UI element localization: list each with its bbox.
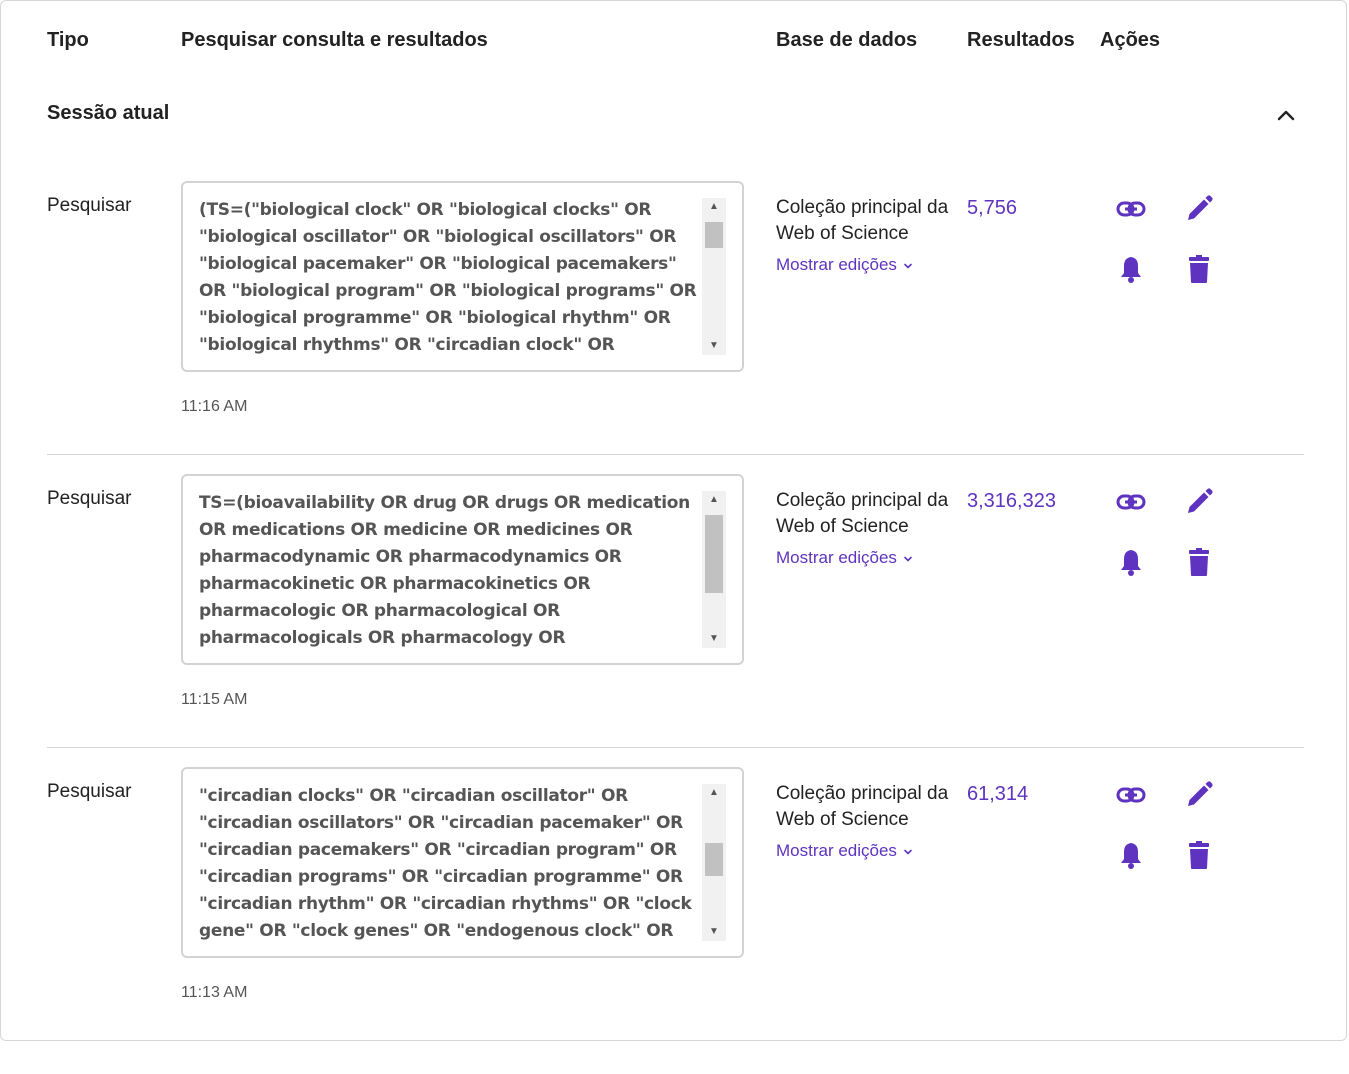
- results-count-link[interactable]: 61,314: [967, 783, 1028, 806]
- database-name: Coleção principal da Web of Science: [776, 197, 949, 244]
- session-title: Sessão atual: [47, 102, 170, 124]
- alert-bell-icon[interactable]: [1115, 546, 1147, 578]
- show-editions-link[interactable]: Mostrar edições: [776, 548, 913, 568]
- chevron-down-icon: [904, 849, 912, 855]
- chevron-up-icon[interactable]: [1275, 104, 1297, 126]
- timestamp: 11:15 AM: [181, 691, 248, 708]
- results-count-link[interactable]: 3,316,323: [967, 490, 1056, 513]
- query-textbox[interactable]: TS=(bioavailability OR drug OR drugs OR …: [181, 474, 744, 665]
- query-scrollbar[interactable]: ▲ ▼: [702, 784, 726, 941]
- header-query: Pesquisar consulta e resultados: [181, 29, 488, 51]
- history-row: Pesquisar (TS=("biological clock" OR "bi…: [1, 181, 1348, 488]
- chevron-down-icon: [904, 556, 912, 562]
- delete-icon[interactable]: [1183, 839, 1215, 871]
- scroll-thumb[interactable]: [705, 843, 723, 876]
- alert-bell-icon[interactable]: [1115, 839, 1147, 871]
- query-text: "circadian clocks" OR "circadian oscilla…: [199, 786, 692, 940]
- edit-icon[interactable]: [1183, 193, 1215, 225]
- show-editions-label: Mostrar edições: [776, 841, 897, 860]
- query-text: (TS=("biological clock" OR "biological c…: [199, 200, 697, 354]
- query-textbox[interactable]: "circadian clocks" OR "circadian oscilla…: [181, 767, 744, 958]
- database-name: Coleção principal da Web of Science: [776, 783, 949, 830]
- link-icon[interactable]: [1115, 779, 1147, 811]
- results-count-link[interactable]: 5,756: [967, 197, 1017, 220]
- query-scrollbar[interactable]: ▲ ▼: [702, 198, 726, 355]
- chevron-down-icon: [904, 263, 912, 269]
- row-type: Pesquisar: [47, 488, 132, 509]
- row-type: Pesquisar: [47, 195, 132, 216]
- edit-icon[interactable]: [1183, 779, 1215, 811]
- link-icon[interactable]: [1115, 486, 1147, 518]
- header-actions: Ações: [1100, 29, 1161, 51]
- scroll-down-arrow-icon[interactable]: ▼: [702, 923, 726, 941]
- header-type: Tipo: [47, 29, 89, 51]
- query-text: TS=(bioavailability OR drug OR drugs OR …: [199, 493, 690, 647]
- scroll-thumb[interactable]: [705, 515, 723, 593]
- timestamp: 11:13 AM: [181, 984, 248, 1001]
- scroll-up-arrow-icon[interactable]: ▲: [702, 198, 726, 216]
- query-scrollbar[interactable]: ▲ ▼: [702, 491, 726, 648]
- show-editions-link[interactable]: Mostrar edições: [776, 255, 913, 275]
- row-divider: [47, 454, 1304, 455]
- scroll-down-arrow-icon[interactable]: ▼: [702, 630, 726, 648]
- scroll-down-arrow-icon[interactable]: ▼: [702, 337, 726, 355]
- header-database: Base de dados: [776, 29, 918, 51]
- header-results: Resultados: [967, 29, 1075, 51]
- delete-icon[interactable]: [1183, 253, 1215, 285]
- show-editions-label: Mostrar edições: [776, 255, 897, 274]
- delete-icon[interactable]: [1183, 546, 1215, 578]
- show-editions-link[interactable]: Mostrar edições: [776, 841, 913, 861]
- query-textbox[interactable]: (TS=("biological clock" OR "biological c…: [181, 181, 744, 372]
- row-divider: [47, 747, 1304, 748]
- history-row: Pesquisar TS=(bioavailability OR drug OR…: [1, 474, 1348, 781]
- show-editions-label: Mostrar edições: [776, 548, 897, 567]
- scroll-thumb[interactable]: [705, 222, 723, 248]
- row-type: Pesquisar: [47, 781, 132, 802]
- scroll-up-arrow-icon[interactable]: ▲: [702, 491, 726, 509]
- link-icon[interactable]: [1115, 193, 1147, 225]
- database-name: Coleção principal da Web of Science: [776, 490, 949, 537]
- alert-bell-icon[interactable]: [1115, 253, 1147, 285]
- edit-icon[interactable]: [1183, 486, 1215, 518]
- timestamp: 11:16 AM: [181, 398, 248, 415]
- scroll-up-arrow-icon[interactable]: ▲: [702, 784, 726, 802]
- search-history-panel: Tipo Pesquisar consulta e resultados Bas…: [0, 0, 1347, 1041]
- history-row: Pesquisar "circadian clocks" OR "circadi…: [1, 767, 1348, 1074]
